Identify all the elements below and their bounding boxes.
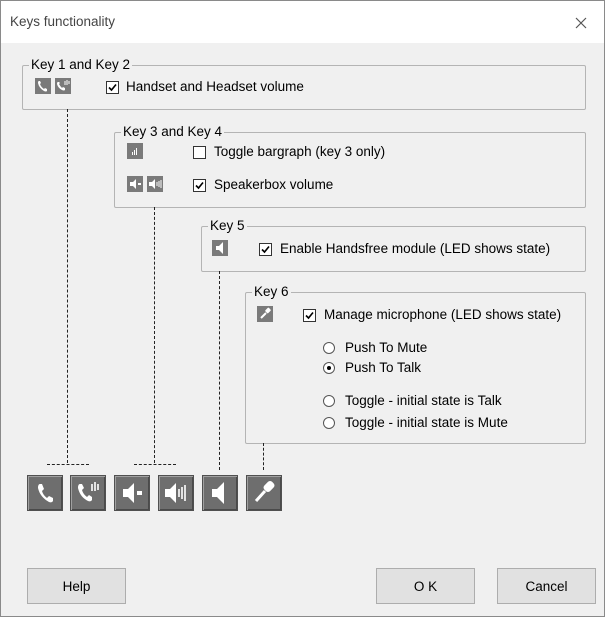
manage-microphone-label[interactable]: Manage microphone (LED shows state) <box>324 307 561 323</box>
toggle-bargraph-checkbox[interactable] <box>193 146 206 159</box>
handset-icon <box>35 78 51 94</box>
connector-line-key-6 <box>263 443 264 470</box>
key-4-speaker-volume-up-button[interactable] <box>158 475 194 511</box>
connector-branch-key-3-4 <box>134 464 176 465</box>
push-to-mute-label[interactable]: Push To Mute <box>345 340 427 356</box>
connector-line-key-3-4 <box>154 207 155 463</box>
key-5-speaker-button[interactable] <box>202 475 238 511</box>
enable-handsfree-checkbox[interactable] <box>259 243 272 256</box>
ok-button[interactable]: O K <box>376 568 475 604</box>
push-to-mute-radio[interactable] <box>323 342 335 354</box>
push-to-talk-radio[interactable] <box>323 362 335 374</box>
group-key-3-4-legend: Key 3 and Key 4 <box>121 124 225 140</box>
speaker-volume-down-icon <box>127 176 143 192</box>
title-bar: Keys functionality <box>1 1 604 43</box>
push-to-talk-label[interactable]: Push To Talk <box>345 360 421 376</box>
bargraph-icon <box>127 143 143 159</box>
toggle-bargraph-label[interactable]: Toggle bargraph (key 3 only) <box>214 144 385 160</box>
toggle-initial-mute-radio[interactable] <box>323 417 335 429</box>
handset-headset-volume-checkbox[interactable] <box>106 81 119 94</box>
help-button[interactable]: Help <box>27 568 126 604</box>
key-6-microphone-button[interactable] <box>246 475 282 511</box>
cancel-button[interactable]: Cancel <box>497 568 596 604</box>
speaker-volume-up-icon <box>147 176 163 192</box>
radio-selected-dot <box>327 366 331 370</box>
enable-handsfree-label[interactable]: Enable Handsfree module (LED shows state… <box>280 241 550 257</box>
keys-functionality-dialog: Keys functionality Key 1 and Key 2 Hands… <box>0 0 605 617</box>
key-2-headset-button[interactable] <box>70 475 106 511</box>
key-3-speaker-volume-down-button[interactable] <box>114 475 150 511</box>
toggle-initial-talk-radio[interactable] <box>323 395 335 407</box>
connector-branch-key-1-2 <box>47 464 89 465</box>
microphone-icon <box>257 306 273 322</box>
toggle-initial-talk-label[interactable]: Toggle - initial state is Talk <box>345 393 502 409</box>
group-key-5-legend: Key 5 <box>208 218 247 234</box>
speakerbox-volume-checkbox[interactable] <box>193 179 206 192</box>
speakerbox-volume-label[interactable]: Speakerbox volume <box>214 177 333 193</box>
connector-line-key-5 <box>219 271 220 470</box>
connector-line-key-1-2 <box>67 109 68 463</box>
group-key-6-legend: Key 6 <box>252 284 291 300</box>
dialog-title: Keys functionality <box>10 14 116 29</box>
key-1-handset-button[interactable] <box>27 475 63 511</box>
group-key-1-2-legend: Key 1 and Key 2 <box>29 57 133 73</box>
handset-headset-volume-label[interactable]: Handset and Headset volume <box>126 79 304 95</box>
speaker-icon <box>212 240 228 256</box>
close-icon[interactable] <box>568 10 594 36</box>
manage-microphone-checkbox[interactable] <box>303 309 316 322</box>
toggle-initial-mute-label[interactable]: Toggle - initial state is Mute <box>345 415 508 431</box>
headset-icon <box>55 78 71 94</box>
